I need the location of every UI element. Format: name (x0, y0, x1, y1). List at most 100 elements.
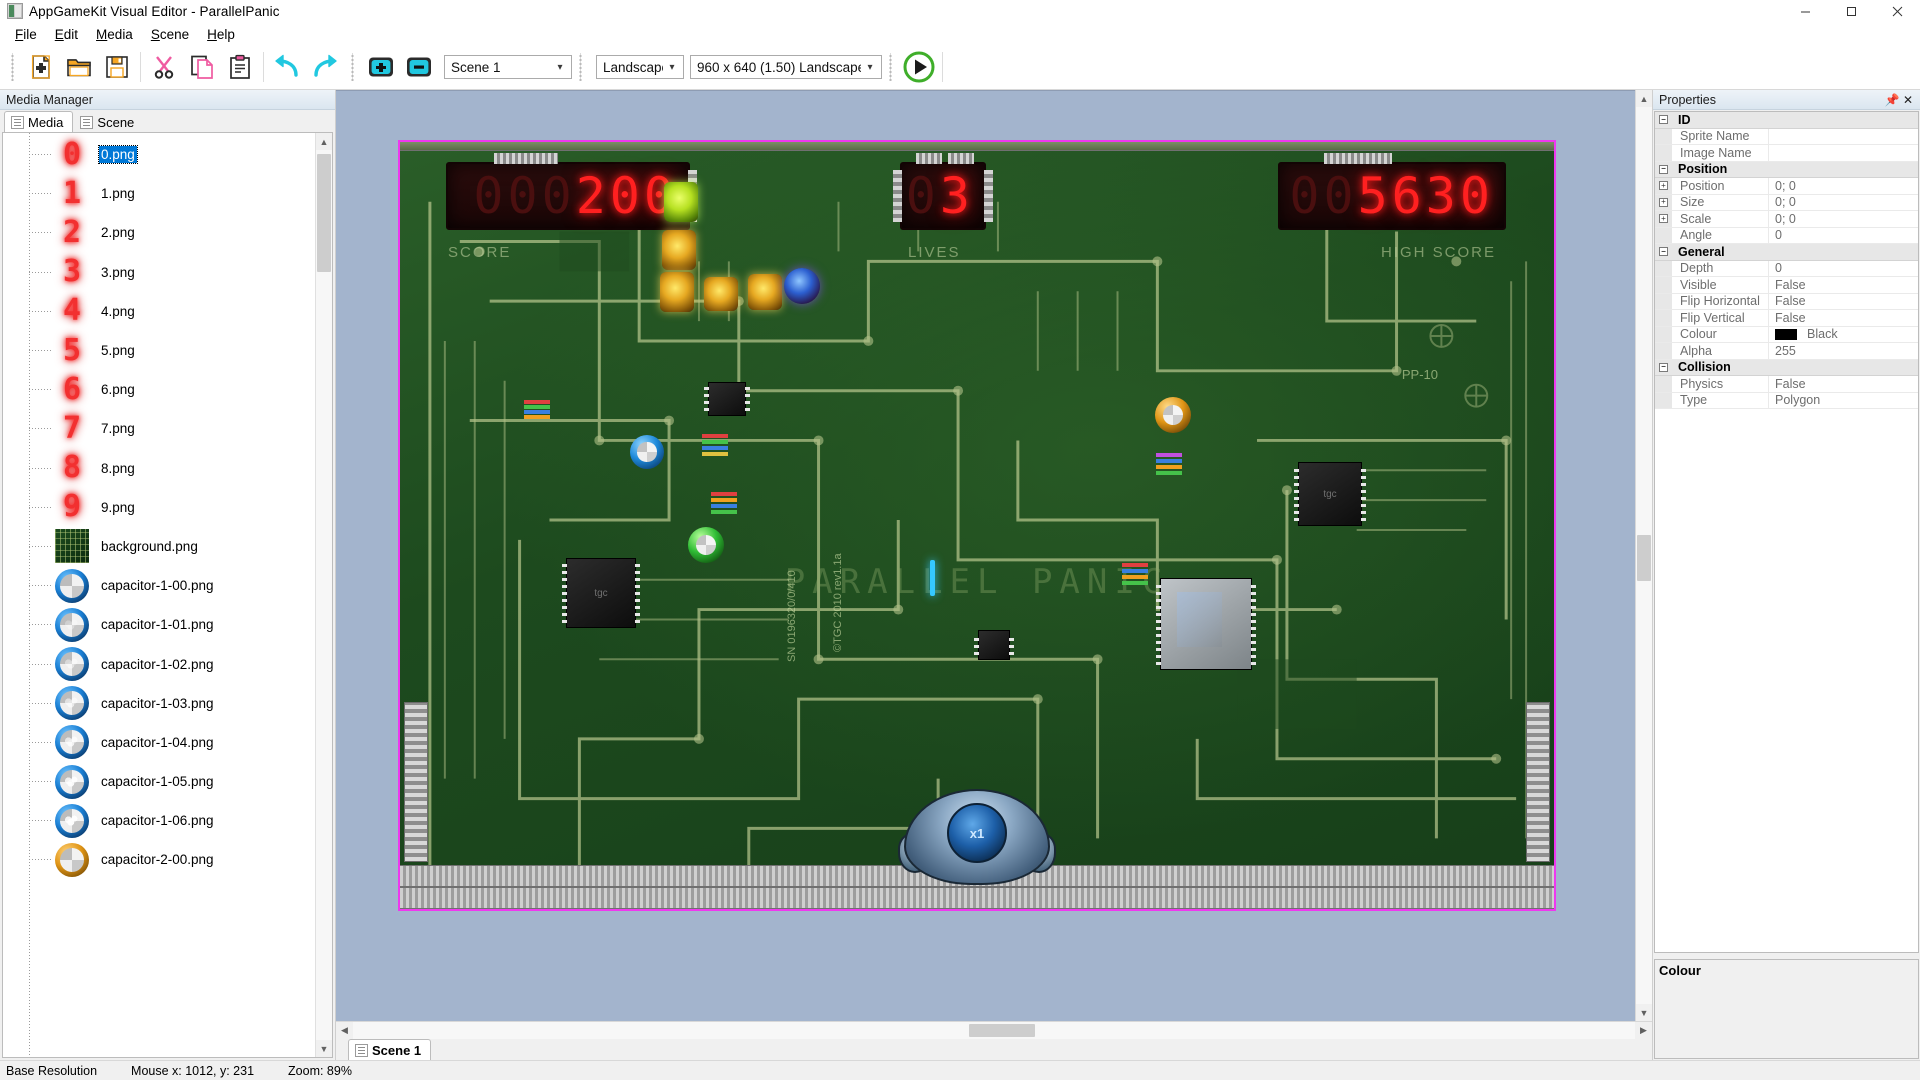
enemy-sprite-4[interactable] (704, 277, 738, 311)
open-folder-button[interactable] (60, 48, 98, 86)
property-row[interactable]: Angle0 (1655, 228, 1918, 245)
media-list-item[interactable]: capacitor-2-00.png (3, 840, 315, 879)
resistor-3[interactable] (1122, 562, 1148, 586)
chip-large-die[interactable] (1160, 578, 1252, 670)
menu-item-media[interactable]: Media (87, 25, 142, 44)
media-list-item[interactable]: 66.png (3, 370, 315, 409)
new-file-button[interactable] (22, 48, 60, 86)
paste-button[interactable] (221, 48, 259, 86)
media-list-item[interactable]: 44.png (3, 292, 315, 331)
property-row[interactable]: Alpha255 (1655, 343, 1918, 360)
property-value[interactable] (1768, 129, 1918, 145)
property-row[interactable]: Flip HorizontalFalse (1655, 294, 1918, 311)
property-group-header[interactable]: −Collision (1655, 360, 1918, 377)
laser-bolt[interactable] (930, 560, 935, 596)
toolbar-grip-3[interactable] (577, 53, 585, 81)
property-value[interactable]: 0 (1768, 228, 1918, 244)
media-list-item[interactable]: capacitor-1-04.png (3, 723, 315, 762)
chip-tgc-1[interactable]: tgc (566, 558, 636, 628)
remove-scene-button[interactable] (400, 48, 438, 86)
property-row[interactable]: Depth0 (1655, 261, 1918, 278)
media-list-item[interactable]: background.png (3, 527, 315, 566)
scene-canvas[interactable]: 000200 SCORE 03 LIV (336, 90, 1635, 1021)
property-value[interactable]: 0 (1768, 261, 1918, 277)
property-value[interactable]: 0; 0 (1768, 178, 1918, 194)
minus-icon[interactable]: − (1659, 247, 1668, 256)
save-button[interactable] (98, 48, 136, 86)
canvas-hscroll-track[interactable] (353, 1022, 1635, 1039)
canvas-vertical-scrollbar[interactable]: ▲ ▼ (1635, 90, 1652, 1021)
media-list-item[interactable]: 55.png (3, 331, 315, 370)
minus-icon[interactable]: − (1659, 165, 1668, 174)
canvas-scroll-down-icon[interactable]: ▼ (1636, 1004, 1652, 1021)
media-list-item[interactable]: 00.png (3, 135, 315, 174)
property-value[interactable]: False (1768, 294, 1918, 310)
property-row-gutter[interactable]: + (1655, 211, 1672, 227)
menu-item-help[interactable]: Help (198, 25, 244, 44)
enemy-sprite-1[interactable] (664, 182, 698, 222)
property-row[interactable]: VisibleFalse (1655, 277, 1918, 294)
enemy-sprite-5[interactable] (748, 274, 782, 310)
property-group-header[interactable]: −ID (1655, 112, 1918, 129)
media-list[interactable]: 00.png11.png22.png33.png44.png55.png66.p… (3, 133, 315, 1057)
property-row[interactable]: +Size0; 0 (1655, 195, 1918, 212)
canvas-hscroll-thumb[interactable] (969, 1024, 1035, 1037)
tab-media[interactable]: Media (4, 111, 73, 132)
canvas-scroll-up-icon[interactable]: ▲ (1636, 90, 1652, 107)
collapse-toggle[interactable]: − (1655, 112, 1672, 128)
redo-button[interactable] (306, 48, 344, 86)
scene-select[interactable]: Scene 1 ▾ (444, 55, 572, 79)
property-row[interactable]: ColourBlack (1655, 327, 1918, 344)
close-icon[interactable]: ✕ (1900, 92, 1916, 108)
enemy-sprite-2[interactable] (662, 230, 696, 270)
property-value[interactable]: False (1768, 277, 1918, 293)
property-value[interactable]: 0; 0 (1768, 211, 1918, 227)
resolution-select[interactable]: 960 x 640 (1.50) Landscape - BA ▾ (690, 55, 882, 79)
property-row[interactable]: Sprite Name (1655, 129, 1918, 146)
property-group-header[interactable]: −General (1655, 244, 1918, 261)
media-list-item[interactable]: capacitor-1-02.png (3, 644, 315, 683)
property-row[interactable]: PhysicsFalse (1655, 376, 1918, 393)
media-list-item[interactable]: 88.png (3, 449, 315, 488)
media-scroll-thumb[interactable] (317, 154, 331, 272)
capacitor-sprite-orange[interactable] (1155, 397, 1191, 433)
resistor-2[interactable] (711, 490, 737, 516)
media-list-item[interactable]: 99.png (3, 488, 315, 527)
scroll-down-icon[interactable]: ▼ (316, 1040, 332, 1057)
media-list-item[interactable]: 33.png (3, 253, 315, 292)
capacitor-sprite-green[interactable] (688, 527, 724, 563)
canvas-vscroll-track[interactable] (1636, 107, 1652, 1004)
game-viewport[interactable]: 000200 SCORE 03 LIV (398, 140, 1556, 911)
canvas-scroll-right-icon[interactable]: ▶ (1635, 1022, 1652, 1039)
close-button[interactable] (1874, 0, 1920, 23)
pin-icon[interactable]: 📌 (1884, 92, 1900, 108)
undo-button[interactable] (268, 48, 306, 86)
property-row[interactable]: Flip VerticalFalse (1655, 310, 1918, 327)
colour-swatch[interactable] (1775, 329, 1797, 340)
resistor-4[interactable] (1156, 452, 1182, 476)
property-row[interactable]: Image Name (1655, 145, 1918, 162)
property-value[interactable]: 255 (1768, 343, 1918, 359)
property-row-gutter[interactable]: + (1655, 195, 1672, 211)
property-row[interactable]: TypePolygon (1655, 393, 1918, 410)
toolbar-grip-2[interactable] (349, 53, 357, 81)
toolbar-grip-4[interactable] (887, 53, 895, 81)
chip-small-2[interactable] (978, 630, 1010, 660)
collapse-toggle[interactable]: − (1655, 162, 1672, 178)
enemy-sprite-boss[interactable] (784, 268, 820, 304)
media-list-item[interactable]: 22.png (3, 213, 315, 252)
media-list-item[interactable]: capacitor-1-00.png (3, 566, 315, 605)
scene-tab-scene-1[interactable]: Scene 1 (348, 1039, 431, 1060)
media-list-item[interactable]: capacitor-1-05.png (3, 762, 315, 801)
property-row[interactable]: +Position0; 0 (1655, 178, 1918, 195)
orientation-select[interactable]: Landscape ▾ (596, 55, 684, 79)
menu-item-edit[interactable]: Edit (46, 25, 87, 44)
capacitor-sprite-blue-1[interactable] (630, 435, 664, 469)
plus-icon[interactable]: + (1659, 181, 1668, 190)
menu-item-scene[interactable]: Scene (142, 25, 198, 44)
minus-icon[interactable]: − (1659, 115, 1668, 124)
media-list-item[interactable]: capacitor-1-06.png (3, 801, 315, 840)
toolbar-grip-1[interactable] (9, 53, 17, 81)
media-list-item[interactable]: capacitor-1-01.png (3, 605, 315, 644)
plus-icon[interactable]: + (1659, 214, 1668, 223)
